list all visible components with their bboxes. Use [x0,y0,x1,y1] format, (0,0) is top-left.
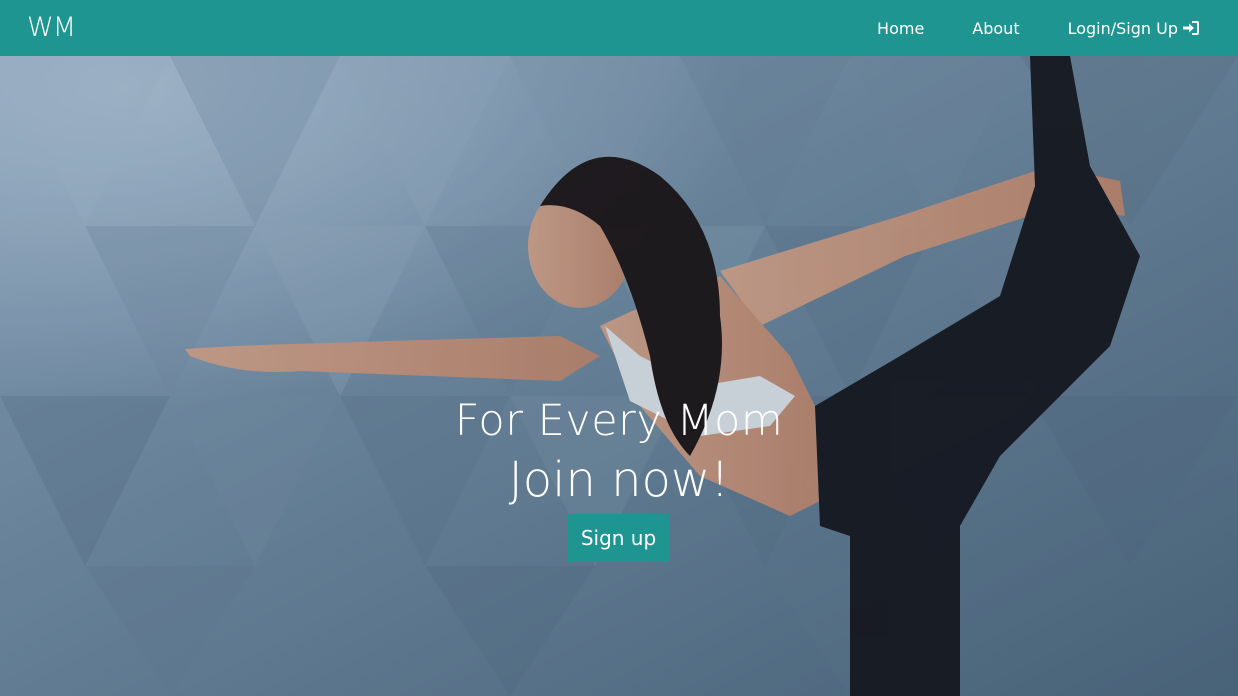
hero-heading: Join now! [508,452,730,508]
hero-tagline: For Every Mom [454,396,784,446]
hero-section: For Every Mom Join now! Sign up [0,56,1238,696]
signup-button[interactable]: Sign up [567,514,670,562]
top-navbar: WM Home About Login/Sign Up [0,0,1238,56]
nav-link-about-label: About [972,18,1020,38]
nav-link-home[interactable]: Home [877,19,924,38]
sign-in-icon [1182,20,1200,36]
nav-link-login-signup-label: Login/Sign Up [1067,18,1178,38]
nav-link-about[interactable]: About [972,19,1019,38]
nav-link-login-signup[interactable]: Login/Sign Up [1068,19,1200,38]
nav-link-home-label: Home [877,18,925,38]
brand-logo[interactable]: WM [27,12,76,43]
hero-background-image [0,56,1238,696]
nav-links: Home About Login/Sign Up [829,0,1200,56]
